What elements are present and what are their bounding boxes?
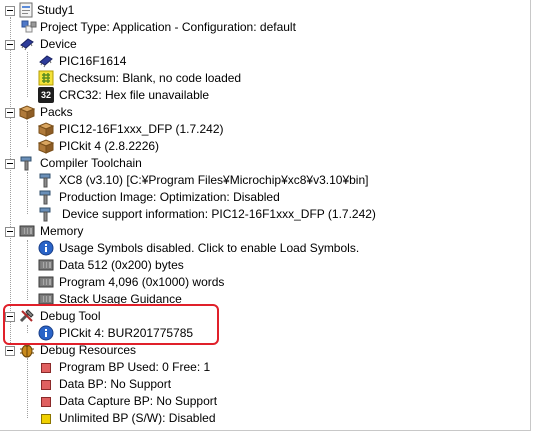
- crc32-icon: 32: [38, 87, 54, 103]
- tree-node-data-bp[interactable]: Data BP: No Support: [0, 376, 530, 393]
- checksum-label: Checksum: Blank, no code loaded: [59, 71, 242, 85]
- device-support-label: Device support information: PIC12-16F1xx…: [62, 207, 376, 221]
- breakpoint-yellow-icon: [41, 414, 51, 424]
- xc8-label: XC8 (v3.10) [C:¥Program Files¥Microchip¥…: [59, 173, 369, 187]
- pack-dfp-label: PIC12-16F1xxx_DFP (1.7.242): [59, 122, 224, 136]
- collapse-toggle[interactable]: [5, 159, 15, 169]
- tree-node-pack-pickit[interactable]: PICkit 4 (2.8.2226): [0, 138, 530, 155]
- tree-node-production-image[interactable]: Production Image: Optimization: Disabled: [0, 189, 530, 206]
- chip-icon: [20, 38, 34, 51]
- program-memory-label: Program 4,096 (0x1000) words: [59, 275, 225, 289]
- tree-node-data-capture-bp[interactable]: Data Capture BP: No Support: [0, 393, 530, 410]
- tree-node-program-memory[interactable]: Program 4,096 (0x1000) words: [0, 274, 530, 291]
- collapse-toggle[interactable]: [5, 346, 15, 356]
- tree-node-program-bp[interactable]: Program BP Used: 0 Free: 1: [0, 359, 530, 376]
- device-label: Device: [40, 37, 77, 51]
- toolchain-icon: [39, 207, 51, 222]
- tree-node-usage-symbols[interactable]: Usage Symbols disabled. Click to enable …: [0, 240, 530, 257]
- info-icon: [38, 240, 54, 256]
- toolchain-icon: [39, 190, 51, 205]
- tree-node-crc32[interactable]: 32 CRC32: Hex file unavailable: [0, 87, 530, 104]
- tree-node-project-root[interactable]: Study1: [0, 2, 530, 19]
- tree-node-pack-dfp[interactable]: PIC12-16F1xxx_DFP (1.7.242): [0, 121, 530, 138]
- memory-icon: [38, 259, 54, 271]
- package-icon: [38, 122, 54, 137]
- toolchain-icon: [39, 173, 51, 188]
- tree-node-data-memory[interactable]: Data 512 (0x200) bytes: [0, 257, 530, 274]
- program-bp-label: Program BP Used: 0 Free: 1: [59, 360, 211, 374]
- unlimited-bp-label: Unlimited BP (S/W): Disabled: [59, 411, 216, 425]
- chip-icon: [39, 55, 53, 68]
- memory-icon: [38, 276, 54, 288]
- data-memory-label: Data 512 (0x200) bytes: [59, 258, 184, 272]
- packs-label: Packs: [40, 105, 73, 119]
- breakpoint-red-icon: [41, 363, 51, 373]
- project-tree-panel: Study1 Project Type: Application - Confi…: [0, 0, 531, 431]
- device-name: PIC16F1614: [59, 54, 127, 68]
- tree-node-checksum[interactable]: Checksum: Blank, no code loaded: [0, 70, 530, 87]
- memory-icon: [19, 225, 35, 237]
- tree-node-device-name[interactable]: PIC16F1614: [0, 53, 530, 70]
- collapse-toggle[interactable]: [5, 6, 15, 16]
- tree-node-compiler-toolchain[interactable]: Compiler Toolchain: [0, 155, 530, 172]
- breakpoint-red-icon: [41, 397, 51, 407]
- breakpoint-red-icon: [41, 380, 51, 390]
- project-type-label: Project Type: Application - Configuratio…: [40, 20, 296, 34]
- project-type-icon: [21, 20, 37, 33]
- project-name: Study1: [37, 3, 75, 17]
- tree-node-xc8[interactable]: XC8 (v3.10) [C:¥Program Files¥Microchip¥…: [0, 172, 530, 189]
- compiler-toolchain-label: Compiler Toolchain: [40, 156, 142, 170]
- usage-symbols-label[interactable]: Usage Symbols disabled. Click to enable …: [59, 240, 359, 257]
- data-capture-bp-label: Data Capture BP: No Support: [59, 394, 218, 408]
- tree-node-device-support[interactable]: Device support information: PIC12-16F1xx…: [0, 206, 530, 223]
- package-icon: [19, 105, 35, 120]
- data-bp-label: Data BP: No Support: [59, 377, 172, 391]
- memory-label: Memory: [40, 224, 84, 238]
- checksum-icon: [38, 70, 54, 86]
- package-icon: [38, 139, 54, 154]
- tree-node-project-type[interactable]: Project Type: Application - Configuratio…: [0, 19, 530, 36]
- tree-node-unlimited-bp[interactable]: Unlimited BP (S/W): Disabled: [0, 410, 530, 427]
- project-icon: [19, 2, 33, 18]
- production-image-label: Production Image: Optimization: Disabled: [59, 190, 280, 204]
- debug-tool-highlight: [3, 304, 219, 345]
- project-tree[interactable]: Study1 Project Type: Application - Confi…: [0, 0, 530, 430]
- collapse-toggle[interactable]: [5, 108, 15, 118]
- crc32-label: CRC32: Hex file unavailable: [59, 88, 210, 102]
- tree-node-packs[interactable]: Packs: [0, 104, 530, 121]
- toolchain-icon: [20, 156, 32, 171]
- tree-node-memory[interactable]: Memory: [0, 223, 530, 240]
- pack-pickit-label: PICkit 4 (2.8.2226): [59, 139, 160, 153]
- collapse-toggle[interactable]: [5, 227, 15, 237]
- tree-node-device[interactable]: Device: [0, 36, 530, 53]
- collapse-toggle[interactable]: [5, 40, 15, 50]
